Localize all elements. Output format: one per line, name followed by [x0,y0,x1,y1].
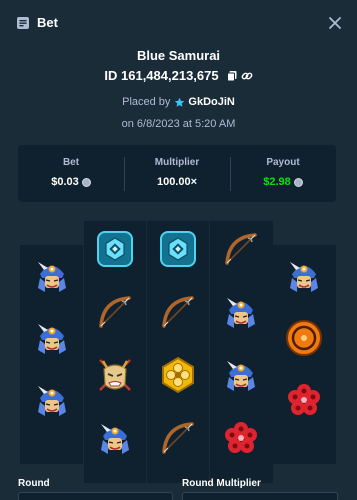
modal-header: Bet [0,0,357,46]
round-label: Round [18,478,50,489]
multiplier-label: Multiplier [154,157,200,168]
red-flower-symbol-icon [284,380,324,420]
bow-symbol-icon [158,418,198,458]
placed-by-row: Placed by GkDoJiN [0,96,357,108]
currency-coin-icon [293,177,303,187]
payout-amount: $2.98 [263,176,291,188]
multiplier-stat: Multiplier 100.00× [124,145,230,202]
samurai-symbol-icon [221,355,261,395]
payout-stat: Payout $2.98 [230,145,336,202]
samurai-symbol-icon [95,418,135,458]
receipt-icon [17,17,29,29]
modal-title: Bet [37,15,58,30]
bet-label: Bet [62,157,80,168]
copy-icon[interactable] [226,70,238,82]
shuriken-badge-symbol-icon [158,229,198,269]
bet-stats-panel: Bet $0.03 Multiplier 100.00× Payout $2.9… [18,145,336,202]
payout-label: Payout [266,157,300,168]
orange-mon-symbol-icon [284,318,324,358]
game-name[interactable]: Blue Samurai [0,48,357,63]
bet-id: ID 161,484,213,675 [104,68,219,83]
currency-coin-icon [81,177,91,187]
samurai-symbol-icon [32,256,72,296]
bet-id-row: ID 161,484,213,675 [0,68,357,83]
placed-by-label: Placed by [122,96,171,108]
username-link[interactable]: GkDoJiN [174,96,235,108]
bow-symbol-icon [221,229,261,269]
samurai-symbol-icon [32,318,72,358]
gold-flower-symbol-icon [158,355,198,395]
round-multiplier-label: Round Multiplier [182,478,261,489]
star-icon [175,97,185,107]
samurai-symbol-icon [32,380,72,420]
mask-symbol-icon [95,355,135,395]
red-flower-symbol-icon [221,418,261,458]
close-icon[interactable] [326,14,344,32]
multiplier-value: 100.00× [156,176,198,188]
bet-date: on 6/8/2023 at 5:20 AM [121,118,236,130]
slot-board [20,221,336,483]
link-icon[interactable] [241,70,253,82]
samurai-symbol-icon [221,292,261,332]
bow-symbol-icon [158,292,198,332]
bet-amount: $0.03 [51,176,79,188]
username: GkDoJiN [188,96,235,108]
bet-stat: Bet $0.03 [18,145,124,202]
round-multiplier-field [182,492,338,500]
shuriken-badge-symbol-icon [95,229,135,269]
round-select[interactable] [18,492,173,500]
samurai-symbol-icon [284,256,324,296]
bow-symbol-icon [95,292,135,332]
